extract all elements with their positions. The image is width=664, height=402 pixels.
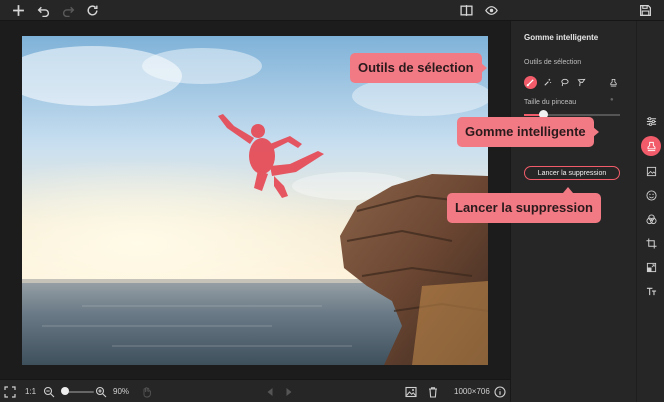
refresh-icon[interactable] bbox=[84, 2, 101, 19]
zoom-level: 90% bbox=[113, 387, 130, 396]
smile-icon[interactable] bbox=[643, 187, 659, 203]
lasso-icon[interactable] bbox=[558, 76, 571, 89]
undo-icon[interactable] bbox=[35, 2, 52, 19]
trash-icon[interactable] bbox=[427, 383, 439, 400]
eye-icon[interactable] bbox=[483, 2, 500, 19]
ratio-button[interactable]: 1:1 bbox=[25, 383, 36, 400]
callout-selection-tools: Outils de sélection bbox=[350, 53, 487, 83]
callout-smart-eraser: Gomme intelligente bbox=[457, 117, 599, 147]
resize-icon[interactable] bbox=[643, 259, 659, 275]
top-toolbar bbox=[0, 0, 664, 21]
polygon-lasso-icon[interactable] bbox=[575, 76, 588, 89]
text-icon[interactable] bbox=[643, 283, 659, 299]
panel-title: Gomme intelligente bbox=[524, 33, 599, 42]
zoom-slider-handle[interactable] bbox=[61, 387, 70, 395]
next-icon[interactable] bbox=[283, 383, 295, 400]
effects-icon[interactable] bbox=[643, 211, 659, 227]
stamp-icon[interactable] bbox=[607, 76, 620, 89]
plus-icon[interactable] bbox=[10, 2, 27, 19]
magic-wand-icon[interactable] bbox=[541, 76, 554, 89]
image-size: 1000×706 bbox=[454, 387, 490, 396]
brush-tool-icon[interactable] bbox=[524, 76, 537, 89]
selection-tools bbox=[524, 76, 617, 89]
run-removal-button[interactable]: Lancer la suppression bbox=[524, 166, 620, 180]
callout-run-removal: Lancer la suppression bbox=[447, 187, 601, 223]
redo-icon[interactable] bbox=[60, 2, 77, 19]
compare-icon[interactable] bbox=[458, 2, 475, 19]
selection-tools-label: Outils de sélection bbox=[524, 59, 582, 66]
save-icon[interactable] bbox=[637, 2, 654, 19]
image-edit-icon[interactable] bbox=[643, 163, 659, 179]
zoom-in-icon[interactable] bbox=[95, 383, 107, 400]
smart-eraser-icon[interactable] bbox=[641, 136, 661, 156]
brush-size-value-icon: ● bbox=[610, 97, 614, 103]
previous-icon[interactable] bbox=[264, 383, 276, 400]
photo[interactable] bbox=[22, 36, 488, 365]
zoom-out-icon[interactable] bbox=[43, 383, 55, 400]
adjust-sliders-icon[interactable] bbox=[643, 113, 659, 129]
info-icon[interactable] bbox=[494, 383, 506, 400]
hand-icon[interactable] bbox=[141, 383, 153, 400]
photo-editor-app: 1:1 90% 1000×706 Gomme intelligente Outi… bbox=[0, 0, 664, 402]
bottom-toolbar: 1:1 90% 1000×706 bbox=[0, 379, 510, 402]
crop-icon[interactable] bbox=[643, 235, 659, 251]
tool-rail bbox=[636, 21, 664, 402]
fullscreen-icon[interactable] bbox=[4, 383, 16, 400]
image-icon[interactable] bbox=[405, 383, 417, 400]
brush-size-label: Taille du pinceau bbox=[524, 99, 577, 106]
